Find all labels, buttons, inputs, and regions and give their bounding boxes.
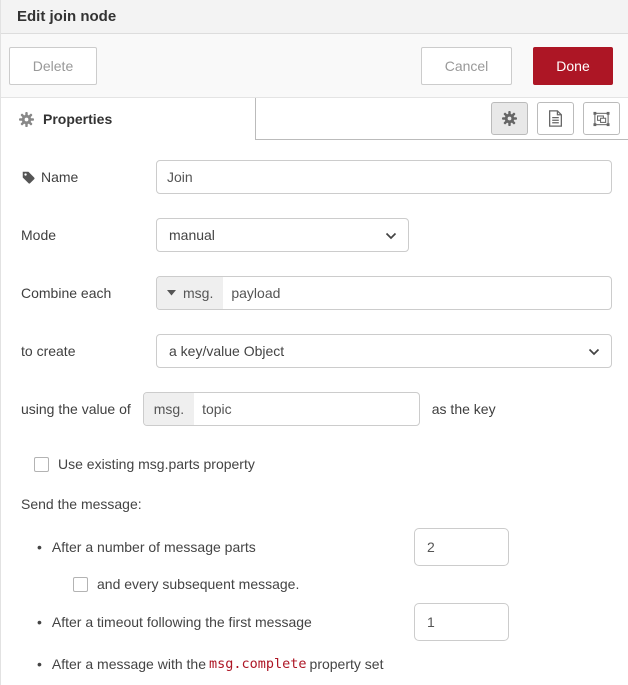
- gear-icon: [19, 112, 34, 127]
- key-typed-input: msg. topic: [143, 392, 420, 426]
- tab-properties-label: Properties: [43, 111, 112, 127]
- bullet: •: [37, 539, 42, 555]
- appearance-pane-button[interactable]: [583, 102, 620, 135]
- combine-typed-input: msg. payload: [156, 276, 612, 310]
- send-message-heading: Send the message:: [21, 496, 628, 516]
- dialog-toolbar: Delete Cancel Done: [1, 34, 628, 98]
- cancel-button[interactable]: Cancel: [421, 47, 512, 85]
- after-complete-row: • After a message with the msg.complete …: [37, 654, 628, 674]
- properties-form: Name Mode manual Combine each: [1, 140, 628, 674]
- description-pane-button[interactable]: [537, 102, 574, 135]
- msg-complete-code: msg.complete: [206, 656, 310, 672]
- to-create-select-value: a key/value Object: [169, 343, 284, 359]
- to-create-select[interactable]: a key/value Object: [156, 334, 612, 368]
- timeout-input[interactable]: [414, 603, 509, 641]
- subsequent-row: and every subsequent message.: [73, 574, 628, 594]
- dialog-title: Edit join node: [17, 8, 116, 25]
- edit-join-node-dialog: Edit join node Delete Cancel Done: [0, 0, 628, 685]
- caret-down-icon: [167, 290, 176, 296]
- key-value[interactable]: topic: [194, 393, 232, 425]
- to-create-label: to create: [21, 343, 156, 359]
- name-row: Name: [21, 160, 612, 194]
- use-parts-row: Use existing msg.parts property: [34, 454, 628, 474]
- properties-pane-button[interactable]: [491, 102, 528, 135]
- chevron-down-icon: [588, 348, 600, 356]
- combine-type-label: msg.: [183, 285, 213, 301]
- name-label: Name: [21, 169, 156, 185]
- editor-pane-buttons: [491, 98, 628, 139]
- subsequent-checkbox[interactable]: [73, 577, 88, 592]
- key-type-label: msg.: [154, 401, 184, 417]
- key-label: using the value of: [21, 401, 131, 417]
- delete-button[interactable]: Delete: [9, 47, 97, 85]
- mode-label: Mode: [21, 227, 156, 243]
- toolbar-right-group: Cancel Done: [421, 47, 613, 85]
- tag-icon: [21, 170, 35, 184]
- key-row: using the value of msg. topic as the key: [21, 392, 612, 426]
- after-complete-text-before: After a message with the: [52, 656, 206, 672]
- key-type-button[interactable]: msg.: [144, 393, 194, 425]
- bullet: •: [37, 656, 42, 672]
- tab-bar: Properties: [1, 98, 628, 140]
- mode-select[interactable]: manual: [156, 218, 409, 252]
- to-create-row: to create a key/value Object: [21, 334, 612, 368]
- subsequent-label: and every subsequent message.: [97, 576, 299, 592]
- after-timeout-row: • After a timeout following the first me…: [37, 603, 628, 641]
- bullet: •: [37, 614, 42, 630]
- use-parts-checkbox[interactable]: [34, 457, 49, 472]
- done-button[interactable]: Done: [533, 47, 613, 85]
- chevron-down-icon: [385, 232, 397, 240]
- gear-icon: [502, 111, 517, 126]
- combine-type-button[interactable]: msg.: [157, 277, 223, 309]
- mode-select-value: manual: [169, 227, 215, 243]
- combine-value[interactable]: payload: [223, 277, 280, 309]
- after-complete-text-after: property set: [310, 656, 384, 672]
- name-input[interactable]: [156, 160, 612, 194]
- combine-label: Combine each: [21, 285, 156, 301]
- mode-row: Mode manual: [21, 218, 612, 252]
- appearance-frame-icon: [593, 111, 610, 127]
- key-suffix-label: as the key: [432, 401, 496, 417]
- combine-row: Combine each msg. payload: [21, 276, 612, 310]
- count-input[interactable]: [414, 528, 509, 566]
- document-icon: [548, 110, 563, 127]
- after-count-row: • After a number of message parts: [37, 528, 628, 566]
- dialog-header: Edit join node: [1, 0, 628, 34]
- tab-properties[interactable]: Properties: [1, 98, 256, 140]
- after-count-label: After a number of message parts: [52, 539, 256, 555]
- use-parts-label: Use existing msg.parts property: [58, 456, 255, 472]
- after-timeout-label: After a timeout following the first mess…: [52, 614, 312, 630]
